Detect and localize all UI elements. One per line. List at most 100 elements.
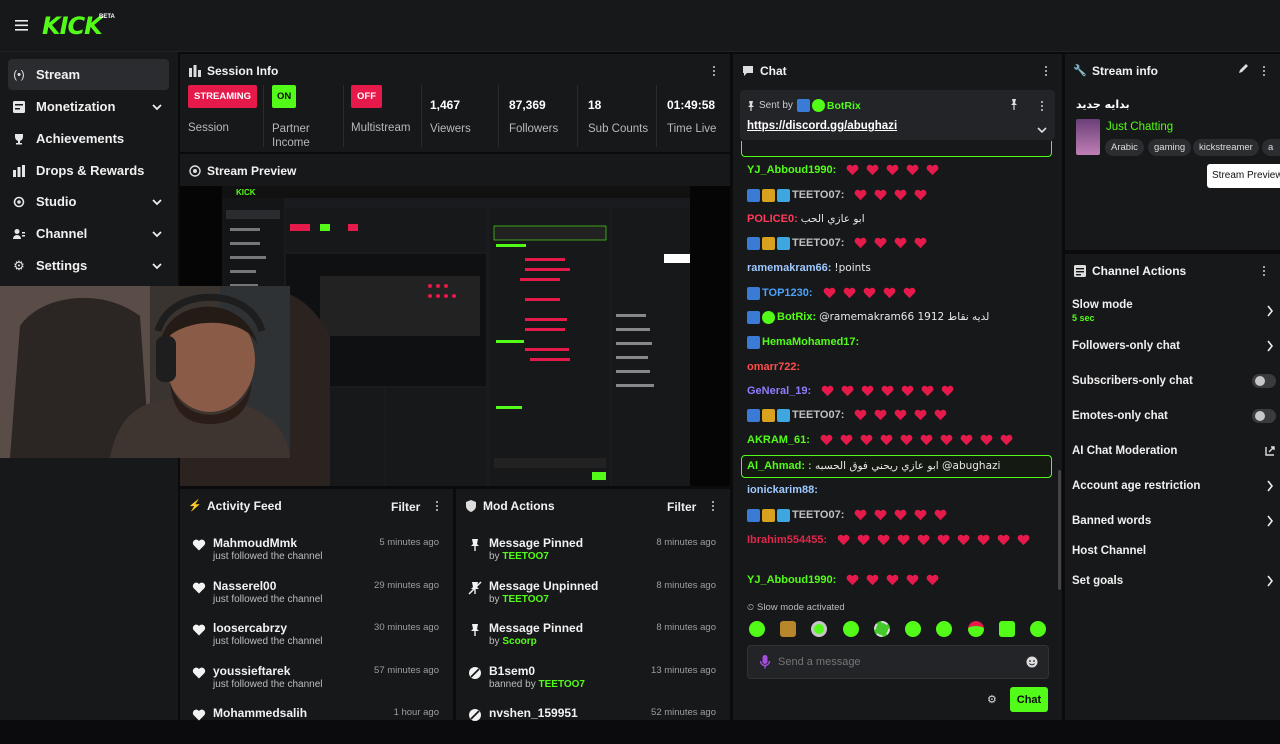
send-chat-button[interactable]: Chat: [1010, 687, 1048, 712]
tag-chip[interactable]: Arabic: [1105, 139, 1144, 156]
chat-username[interactable]: omarr722:: [747, 361, 800, 373]
chevron-down-icon[interactable]: [151, 228, 163, 240]
stream-category[interactable]: Just Chatting: [1106, 121, 1173, 133]
more-options-icon[interactable]: [432, 499, 442, 513]
more-options-icon[interactable]: [708, 499, 718, 513]
more-options-icon[interactable]: [1041, 64, 1051, 78]
lightning-icon: ⚡: [188, 500, 202, 512]
follower-name[interactable]: Nasserel00: [213, 579, 276, 593]
follower-name[interactable]: MahmoudMmk: [213, 536, 297, 550]
activity-filter-button[interactable]: Filter: [391, 500, 420, 514]
chat-username[interactable]: GeNeral_19:: [747, 385, 811, 397]
mod-filter-button[interactable]: Filter: [667, 500, 696, 514]
emote-icon[interactable]: [874, 621, 890, 637]
chevron-down-icon[interactable]: [151, 196, 163, 208]
chat-username[interactable]: ramemakram66:: [747, 262, 831, 274]
menu-icon[interactable]: [14, 17, 30, 33]
more-options-icon[interactable]: [1259, 264, 1269, 278]
chevron-right-icon[interactable]: [1266, 515, 1274, 527]
chat-input[interactable]: [778, 651, 1018, 673]
chevron-right-icon[interactable]: [1266, 480, 1274, 492]
account-age-setting[interactable]: Account age restriction: [1072, 480, 1200, 492]
pinned-link[interactable]: https://discord.gg/abughazi: [747, 120, 897, 132]
host-channel-setting[interactable]: Host Channel: [1072, 545, 1146, 557]
emote-icon[interactable]: [999, 621, 1015, 637]
emote-icon[interactable]: [749, 621, 765, 637]
emote-icon[interactable]: [968, 621, 984, 637]
sidebar-item-stream[interactable]: (•) Stream: [8, 59, 169, 90]
sidebar-item-drops[interactable]: Drops & Rewards: [8, 155, 169, 186]
tag-chip[interactable]: gaming: [1148, 139, 1192, 156]
microphone-icon[interactable]: [759, 654, 771, 670]
chat-username[interactable]: TOP1230:: [762, 287, 813, 299]
panel-title: Activity Feed: [207, 498, 282, 513]
moderator-name[interactable]: Scoorp: [502, 636, 536, 647]
mod-action-title: Message Pinned: [489, 621, 584, 635]
pinned-message[interactable]: [740, 90, 1055, 140]
chat-scrollbar[interactable]: [1058, 470, 1061, 590]
chevron-right-icon[interactable]: [1266, 305, 1274, 317]
follower-name[interactable]: youssieftarek: [213, 664, 290, 678]
chevron-down-icon[interactable]: [151, 101, 163, 113]
tag-chip[interactable]: kickstreamer: [1193, 139, 1259, 156]
pin-icon[interactable]: [1009, 99, 1019, 111]
chat-username[interactable]: TEETO07:: [792, 409, 844, 421]
emote-icon[interactable]: [1030, 621, 1046, 637]
set-goals-setting[interactable]: Set goals: [1072, 575, 1123, 587]
chat-username[interactable]: YJ_Abboud1990:: [747, 164, 836, 176]
category-thumbnail[interactable]: [1076, 119, 1100, 155]
sidebar-item-achievements[interactable]: Achievements: [8, 123, 169, 154]
emote-icon[interactable]: [780, 621, 796, 637]
moderator-name[interactable]: TEETOO7: [502, 551, 549, 562]
chat-username[interactable]: TEETO07:: [792, 237, 844, 249]
subscribers-only-toggle[interactable]: [1252, 374, 1276, 388]
emote-icon[interactable]: [905, 621, 921, 637]
chevron-right-icon[interactable]: [1266, 340, 1274, 352]
slow-mode-setting[interactable]: Slow mode: [1072, 299, 1133, 311]
sidebar-item-channel[interactable]: Channel: [8, 218, 169, 249]
follower-name[interactable]: Mohammedsalih: [213, 706, 307, 720]
sidebar-item-settings[interactable]: ⚙ Settings: [8, 250, 169, 281]
more-options-icon[interactable]: [709, 64, 719, 78]
pinned-user[interactable]: BotRix: [827, 100, 861, 112]
emote-icon[interactable]: [811, 621, 827, 637]
heart-emote-icon: [997, 534, 1010, 546]
followers-only-setting[interactable]: Followers-only chat: [1072, 340, 1180, 352]
more-options-icon[interactable]: [1259, 64, 1269, 78]
chat-username[interactable]: TEETO07:: [792, 509, 844, 521]
chat-username[interactable]: YJ_Abboud1990:: [747, 574, 836, 586]
chat-username[interactable]: TEETO07:: [792, 189, 844, 201]
moderator-name[interactable]: TEETOO7: [539, 679, 586, 690]
mod-action-title: Message Pinned: [489, 536, 584, 550]
emote-icon[interactable]: [936, 621, 952, 637]
heart-emote-icon: [914, 237, 927, 249]
chevron-down-icon[interactable]: [151, 260, 163, 272]
emotes-only-toggle[interactable]: [1252, 409, 1276, 423]
ai-moderation-setting[interactable]: AI Chat Moderation: [1072, 445, 1177, 457]
chat-username[interactable]: ionickarim88:: [747, 484, 818, 496]
list-item: loosercabrzy just followed the channel 3…: [180, 617, 453, 659]
chat-username[interactable]: HemaMohamed17:: [762, 336, 859, 348]
moderator-name[interactable]: TEETOO7: [502, 594, 549, 605]
follower-name[interactable]: loosercabrzy: [213, 621, 287, 635]
chat-username[interactable]: AKRAM_61:: [747, 434, 810, 446]
chat-username[interactable]: Ibrahim554455:: [747, 534, 827, 546]
kick-logo[interactable]: KICK: [42, 12, 103, 40]
more-options-icon[interactable]: [1037, 99, 1047, 113]
multistream-toggle[interactable]: OFF: [351, 85, 382, 108]
edit-icon[interactable]: [1237, 63, 1249, 75]
partner-income-toggle[interactable]: ON: [272, 85, 297, 108]
chevron-right-icon[interactable]: [1266, 575, 1274, 587]
emoji-icon[interactable]: [1026, 656, 1038, 668]
chat-settings-icon[interactable]: ⚙: [987, 693, 997, 706]
chat-username[interactable]: POLICE0:: [747, 213, 798, 225]
sidebar-item-monetization[interactable]: Monetization: [8, 91, 169, 122]
chevron-down-icon[interactable]: [1037, 125, 1047, 135]
tag-chip[interactable]: a: [1262, 139, 1280, 156]
emote-icon[interactable]: [843, 621, 859, 637]
chat-username[interactable]: BotRix:: [777, 311, 816, 323]
chat-username[interactable]: Al_Ahmad:: [747, 460, 805, 472]
external-link-icon[interactable]: [1265, 446, 1275, 456]
banned-words-setting[interactable]: Banned words: [1072, 515, 1151, 527]
sidebar-item-studio[interactable]: Studio: [8, 186, 169, 217]
